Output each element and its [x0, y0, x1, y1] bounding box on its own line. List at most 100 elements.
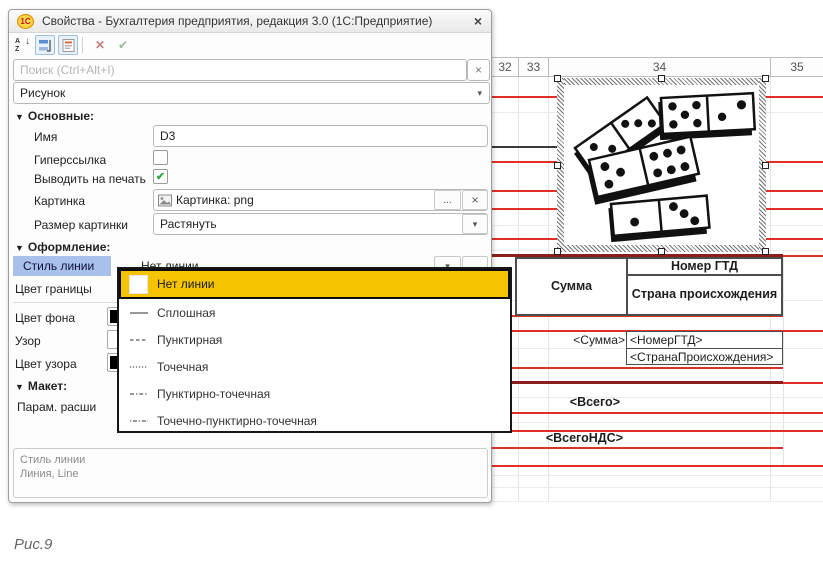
no-line-swatch-icon [129, 275, 148, 294]
search-input[interactable] [14, 63, 466, 77]
line-style-dropdown: Нет линии Сплошная Пунктирная Точечная П… [117, 267, 512, 433]
name-field[interactable]: D3 [153, 125, 488, 147]
dark-red-grid-line [491, 381, 783, 384]
dialog-toolbar: ↓ [9, 33, 491, 57]
dialog-titlebar[interactable]: 1С Свойства - Бухгалтерия предприятия, р… [9, 10, 491, 33]
description-property-type: Линия, Line [20, 467, 481, 481]
1c-logo-icon: 1С [17, 14, 34, 29]
picture-clear-button[interactable]: × [462, 190, 488, 210]
dropdown-item-dotted[interactable]: Точечная [119, 353, 510, 380]
picture-label: Картинка [34, 194, 85, 208]
dotted-line-icon [129, 364, 149, 370]
object-type-combo[interactable]: Рисунок ▾ [13, 82, 490, 104]
dropdown-item-no-line[interactable]: Нет линии [119, 269, 510, 299]
picture-size-label: Размер картинки [34, 218, 128, 232]
hyperlink-label: Гиперссылка [34, 153, 106, 167]
resize-handle-se[interactable] [762, 248, 769, 255]
group-by-category-icon [38, 38, 53, 53]
pattern-label: Узор [15, 334, 41, 348]
column-header-34[interactable]: 34 [548, 57, 770, 77]
close-icon[interactable]: × [474, 13, 482, 29]
search-clear-button[interactable]: × [467, 59, 490, 81]
clear-icon: × [475, 63, 482, 77]
resize-handle-ne[interactable] [762, 75, 769, 82]
resize-handle-e[interactable] [762, 162, 769, 169]
gridline-horizontal [491, 487, 823, 488]
red-grid-line [491, 465, 823, 467]
check-icon: ✔ [156, 170, 165, 183]
important-properties-icon [61, 38, 76, 53]
red-grid-line [491, 367, 783, 369]
section-main[interactable]: ▼Основные: [15, 109, 94, 123]
cell-sum-field[interactable]: <Сумма> [500, 333, 625, 348]
dropdown-item-dash-dot[interactable]: Пунктирно-точечная [119, 380, 510, 407]
group-by-category-button[interactable] [35, 35, 55, 55]
column-header-33[interactable]: 33 [518, 57, 548, 77]
red-grid-line [491, 447, 783, 449]
resize-handle-w[interactable] [554, 162, 561, 169]
print-checkbox[interactable]: ✔ [153, 169, 168, 184]
dash-dot-line-icon [129, 391, 149, 397]
collapse-triangle-icon: ▼ [15, 112, 24, 122]
revert-button[interactable] [90, 35, 110, 55]
figure-caption: Рис.9 [14, 536, 52, 553]
border-color-label: Цвет границы [15, 282, 92, 296]
picture-size-arrow-button[interactable]: ▾ [462, 214, 488, 234]
print-label: Выводить на печать [34, 172, 146, 186]
description-property-name: Стиль линии [20, 453, 481, 467]
dialog-title: Свойства - Бухгалтерия предприятия, реда… [42, 14, 432, 28]
black-grid-line [491, 146, 561, 148]
resize-handle-s[interactable] [658, 248, 665, 255]
cell-gtd-field[interactable]: <НомерГТД> [626, 331, 783, 349]
layout-param-label: Парам. расши [17, 400, 96, 414]
hyperlink-checkbox[interactable] [153, 150, 168, 165]
cell-total-field[interactable]: <Всего> [520, 395, 620, 411]
section-layout[interactable]: ▼Макет: [15, 379, 67, 393]
gridline-horizontal [491, 475, 823, 476]
sort-alphabetical-icon: ↓ [14, 37, 30, 53]
dropdown-item-dot-dash-dot[interactable]: Точечно-пунктирно-точечная [119, 407, 510, 434]
dashed-line-icon [129, 337, 149, 343]
solid-line-icon [129, 310, 149, 316]
important-properties-button[interactable] [58, 35, 78, 55]
apply-icon [118, 38, 128, 52]
search-field[interactable] [13, 59, 467, 81]
cell-country-header[interactable]: Страна происхождения [626, 274, 783, 316]
line-style-label[interactable]: Стиль линии [13, 256, 111, 276]
picture-object[interactable] [557, 78, 766, 252]
cell-total-vat-field[interactable]: <ВсегоНДС> [510, 431, 623, 447]
picture-select-button[interactable]: ... [434, 190, 461, 210]
section-appearance[interactable]: ▼Оформление: [15, 240, 110, 254]
picture-icon [158, 194, 172, 207]
gridline-vertical [783, 255, 784, 465]
gridline-horizontal [491, 422, 823, 423]
resize-handle-n[interactable] [658, 75, 665, 82]
red-grid-line [783, 255, 823, 257]
object-type-value: Рисунок [14, 86, 65, 100]
cell-country-field[interactable]: <СтранаПроисхождения> [626, 348, 783, 365]
property-description-box: Стиль линии Линия, Line [13, 448, 488, 498]
dominoes-image [565, 86, 758, 244]
revert-icon [95, 38, 105, 52]
cell-sum-header[interactable]: Сумма [515, 257, 628, 316]
resize-handle-sw[interactable] [554, 248, 561, 255]
screenshot-root: { "window": { "title": "Свойства - Бухга… [0, 0, 823, 581]
apply-button[interactable] [113, 35, 133, 55]
collapse-triangle-icon: ▼ [15, 243, 24, 253]
dropdown-item-dashed[interactable]: Пунктирная [119, 326, 510, 353]
chevron-down-icon[interactable]: ▾ [477, 88, 482, 99]
sort-alphabetical-button[interactable]: ↓ [12, 35, 32, 55]
pattern-color-label: Цвет узора [15, 357, 77, 371]
resize-handle-nw[interactable] [554, 75, 561, 82]
column-header-35[interactable]: 35 [770, 57, 823, 77]
cell-gtd-header[interactable]: Номер ГТД [626, 257, 783, 275]
red-grid-line [491, 412, 823, 414]
collapse-triangle-icon: ▼ [15, 382, 24, 392]
name-label: Имя [34, 130, 57, 144]
picture-value: Картинка: png [172, 193, 254, 207]
picture-size-combo[interactable]: Растянуть [153, 213, 488, 235]
column-header-32[interactable]: 32 [491, 57, 518, 77]
red-grid-line [783, 382, 823, 384]
dropdown-item-solid[interactable]: Сплошная [119, 299, 510, 326]
bg-color-label: Цвет фона [15, 311, 75, 325]
